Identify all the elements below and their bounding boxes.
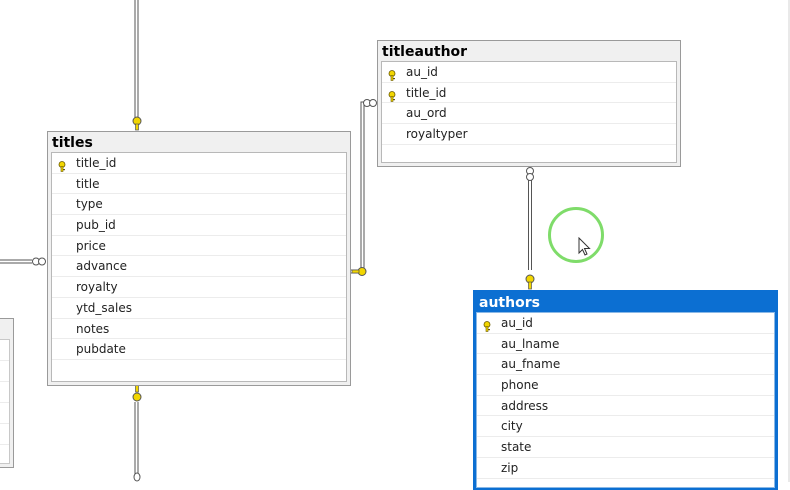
table-title-titles: titles (52, 135, 93, 151)
column-row[interactable]: ytd_sales (52, 298, 346, 319)
column-row[interactable]: royaltyper (382, 124, 676, 145)
column-name: price (76, 238, 106, 253)
relationship-line-titles-titleauthor[interactable] (350, 101, 366, 274)
column-row[interactable]: city (477, 416, 774, 438)
column-name: type (76, 197, 103, 212)
relationship-line-left[interactable] (0, 259, 32, 264)
relationship-infinity-titleauthor-left-icon (363, 99, 377, 107)
column-list-titleauthor: au_id title_id au_ord royaltyper (381, 61, 677, 163)
relationship-key-authors-icon (525, 274, 535, 290)
column-row[interactable]: au_id (477, 313, 774, 334)
primary-key-icon (387, 67, 397, 81)
column-row[interactable]: price (52, 236, 346, 257)
column-row[interactable]: title_id (382, 83, 676, 104)
column-name: royalty (76, 280, 118, 295)
column-name: au_ord (406, 106, 447, 121)
column-name: address (501, 398, 549, 413)
column-row[interactable]: zip (477, 458, 774, 479)
primary-key-icon (482, 318, 492, 332)
primary-key-icon (387, 88, 397, 102)
column-row[interactable]: royalty (52, 277, 346, 298)
column-row[interactable]: au_fname (477, 354, 774, 376)
column-row[interactable]: phone (477, 375, 774, 396)
column-row[interactable]: type (52, 194, 346, 216)
column-list-titles: title_idtitle type pub_idprice advance royal… (51, 152, 347, 382)
mouse-pointer-icon (578, 237, 591, 256)
relationship-infinity-left-icon (32, 257, 46, 266)
relationship-line-top[interactable] (134, 0, 139, 118)
column-list-authors: au_id au_lname au_fnamephone address city sta… (476, 312, 775, 488)
column-row[interactable]: state (477, 437, 774, 458)
column-name: pubdate (76, 342, 126, 357)
column-name: au_lname (501, 336, 560, 351)
relationship-key-top-icon (132, 116, 142, 131)
column-row[interactable]: au_id (382, 62, 676, 83)
table-title-authors: authors (479, 295, 540, 311)
relationship-infinity-bottom-icon (133, 472, 141, 482)
column-name: notes (76, 321, 110, 336)
table-titleauthor[interactable]: titleauthor au_id title_id au_ord royaltype… (377, 40, 681, 167)
relationship-line-bottom[interactable] (134, 402, 139, 474)
relationship-key-titles-icon (351, 267, 367, 276)
cursor-highlight-ring (548, 207, 604, 263)
column-name: zip (501, 460, 519, 475)
column-name: royaltyper (406, 127, 468, 142)
column-row[interactable]: title_id (52, 153, 346, 174)
column-row[interactable]: notes (52, 319, 346, 340)
column-name: advance (76, 259, 128, 274)
column-name: title_id (76, 156, 117, 170)
table-authors[interactable]: authors au_id au_lname au_fnamephone addres… (473, 290, 778, 490)
column-name: pub_id (76, 218, 116, 233)
column-row[interactable]: pub_id (52, 215, 346, 236)
offscreen-table-partial[interactable] (0, 318, 14, 468)
column-name: title (76, 176, 100, 191)
column-row[interactable]: address (477, 396, 774, 417)
column-row[interactable]: title (52, 174, 346, 195)
column-name: city (501, 419, 523, 434)
relationship-key-bottom-icon (132, 384, 142, 402)
table-titles[interactable]: titles title_idtitle type pub_idprice advan… (47, 131, 351, 386)
column-row[interactable]: advance (52, 256, 346, 278)
column-name: au_id (501, 316, 533, 330)
primary-key-icon (57, 158, 67, 172)
relationship-infinity-titleauthor-bottom-icon (526, 167, 534, 181)
table-title-titleauthor: titleauthor (382, 44, 468, 60)
column-row[interactable]: au_lname (477, 334, 774, 355)
column-name: au_id (406, 65, 438, 79)
column-name: au_fname (501, 357, 561, 372)
column-name: state (501, 440, 532, 455)
relationship-line-authors-titleauthor[interactable] (528, 180, 532, 270)
column-row[interactable]: au_ord (382, 103, 676, 125)
column-row[interactable]: pubdate (52, 339, 346, 360)
column-name: ytd_sales (76, 300, 132, 315)
column-name: phone (501, 378, 539, 393)
column-name: title_id (406, 85, 447, 100)
